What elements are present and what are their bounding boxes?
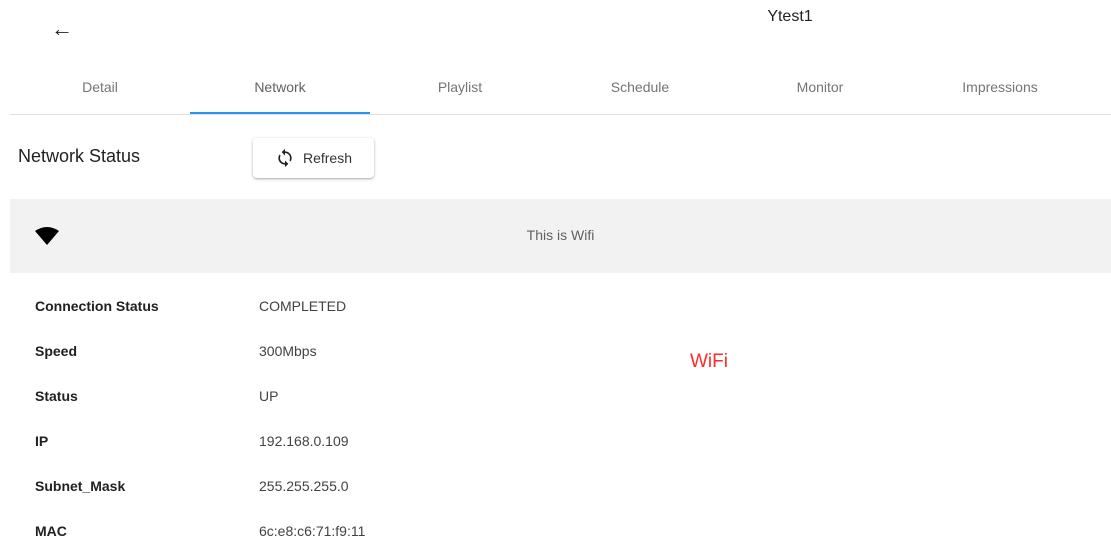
info-label: Subnet_Mask [35,478,126,494]
info-label: Status [35,388,78,404]
connection-type-banner: This is Wifi [10,199,1111,273]
back-button[interactable]: ← [50,17,74,41]
page-title: Ytest1 [767,8,813,25]
info-label: IP [35,433,49,449]
info-row-speed: Speed 300Mbps [0,343,700,365]
info-row-mac: MAC 6c:e8:c6:71:f9:11 [0,523,700,545]
info-label: Connection Status [35,298,159,314]
tab-detail[interactable]: Detail [10,60,190,113]
refresh-label: Refresh [302,150,353,166]
refresh-icon [275,148,295,168]
info-row-status: Status UP [0,388,700,410]
tab-monitor[interactable]: Monitor [730,60,910,113]
info-value: 6c:e8:c6:71:f9:11 [259,523,366,539]
info-row-subnet-mask: Subnet_Mask 255.255.255.0 [0,478,700,500]
refresh-button[interactable]: Refresh [253,138,374,178]
section-title: Network Status [18,146,141,166]
info-row-connection-status: Connection Status COMPLETED [0,298,700,320]
info-value: 255.255.255.0 [259,478,349,494]
info-value: COMPLETED [259,298,347,314]
tab-network[interactable]: Network [190,60,370,114]
tab-impressions[interactable]: Impressions [910,60,1090,113]
arrow-left-icon: ← [51,16,73,41]
info-value: UP [259,388,279,404]
tab-playlist[interactable]: Playlist [370,60,550,113]
info-value: 192.168.0.109 [259,433,349,449]
info-label: MAC [35,523,67,539]
info-label: Speed [35,343,78,359]
info-value: 300Mbps [259,343,317,359]
wifi-annotation: WiFi [690,351,728,372]
tab-schedule[interactable]: Schedule [550,60,730,113]
tab-bar: Detail Network Playlist Schedule Monitor… [10,60,1111,115]
connection-caption: This is Wifi [526,227,595,243]
info-row-ip: IP 192.168.0.109 [0,433,700,455]
